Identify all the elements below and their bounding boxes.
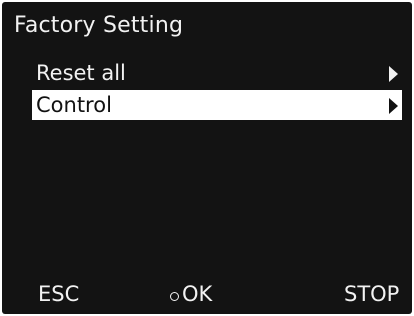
- esc-label: ESC: [38, 282, 80, 306]
- arrow-right-icon: [389, 98, 398, 114]
- display-screen: Factory Setting Reset all Control ESC OK…: [2, 2, 412, 314]
- menu-item-label: Reset all: [36, 60, 126, 85]
- menu-item-label: Control: [36, 92, 112, 117]
- ok-softkey[interactable]: OK: [170, 284, 212, 305]
- arrow-right-icon: [389, 66, 398, 82]
- screen-title: Factory Setting: [14, 13, 184, 38]
- settings-menu: Reset all Control: [32, 58, 402, 122]
- menu-item-control[interactable]: Control: [32, 90, 402, 120]
- stop-label: STOP: [344, 282, 400, 306]
- stop-softkey[interactable]: STOP: [344, 284, 399, 305]
- esc-softkey[interactable]: ESC: [38, 284, 79, 305]
- menu-item-reset-all[interactable]: Reset all: [32, 58, 402, 88]
- ok-circle-icon: [170, 292, 179, 301]
- softkey-bar: ESC OK STOP: [2, 284, 412, 310]
- ok-label: OK: [182, 282, 213, 306]
